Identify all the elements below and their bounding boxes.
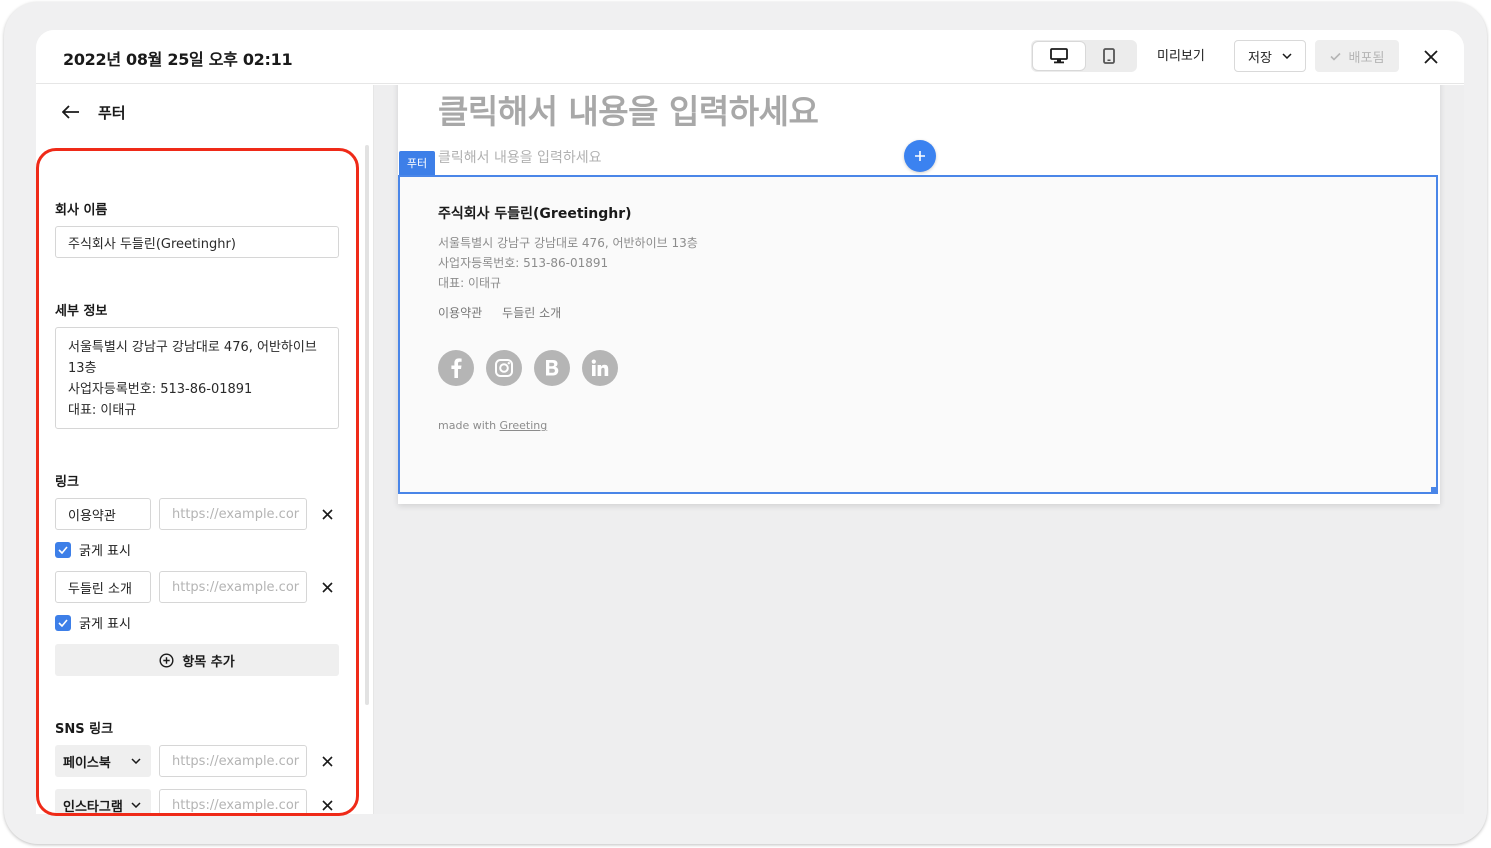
preview-button[interactable]: 미리보기	[1157, 45, 1205, 64]
details-line: 서울특별시 강남구 강남대로 476, 어반하이브	[68, 340, 317, 355]
footer-block[interactable]: 주식회사 두들린(Greetinghr) 서울특별시 강남구 강남대로 476,…	[398, 175, 1438, 494]
top-bar: 2022년 08월 25일 오후 02:11 미리보기 저장 배포됨	[36, 30, 1464, 84]
remove-link-button[interactable]	[317, 577, 337, 597]
check-icon	[58, 618, 68, 627]
editor-window: 2022년 08월 25일 오후 02:11 미리보기 저장 배포됨 푸터 회사…	[36, 30, 1464, 814]
checkbox[interactable]	[55, 614, 71, 631]
app-frame: 2022년 08월 25일 오후 02:11 미리보기 저장 배포됨 푸터 회사…	[4, 2, 1487, 844]
heading-placeholder[interactable]: 클릭해서 내용을 입력하세요	[438, 85, 819, 133]
back-button[interactable]	[58, 99, 84, 125]
footer-sns-icons	[438, 350, 618, 386]
check-icon	[1329, 52, 1341, 61]
remove-sns-button[interactable]	[317, 795, 337, 814]
document-title: 2022년 08월 25일 오후 02:11	[63, 50, 293, 69]
made-with-credit: made with Greeting	[438, 419, 547, 432]
save-button[interactable]: 저장	[1234, 40, 1306, 72]
checkbox[interactable]	[55, 541, 71, 558]
close-button[interactable]	[1418, 44, 1444, 70]
sns-url-placeholder: https://example.cor	[172, 753, 300, 769]
company-name-value: 주식회사 두들린(Greetinghr)	[68, 236, 236, 252]
add-link-label: 항목 추가	[182, 654, 235, 670]
footer-link[interactable]: 두들린 소개	[502, 304, 561, 321]
sns-platform-value: 인스타그램	[63, 799, 123, 815]
body-placeholder[interactable]: 클릭해서 내용을 입력하세요	[438, 147, 601, 167]
editor-canvas: 클릭해서 내용을 입력하세요 클릭해서 내용을 입력하세요 푸터 주식회사 두들…	[374, 85, 1464, 814]
link-url-input[interactable]: https://example.cor	[159, 498, 307, 530]
link-url-placeholder: https://example.cor	[172, 579, 300, 595]
blog-icon[interactable]	[534, 350, 570, 386]
greeting-link[interactable]: Greeting	[500, 419, 548, 432]
footer-block-tag: 푸터	[399, 151, 435, 175]
details-line: 대표: 이태규	[68, 403, 137, 418]
arrow-left-icon	[62, 105, 79, 119]
footer-detail-line: 사업자등록번호: 513-86-01891	[438, 256, 609, 270]
resize-handle[interactable]	[1431, 487, 1437, 493]
details-line: 사업자등록번호: 513-86-01891	[68, 382, 253, 397]
sns-links-label: SNS 링크	[55, 722, 114, 737]
close-icon	[321, 508, 333, 520]
add-block-button[interactable]	[904, 140, 936, 172]
footer-link[interactable]: 이용약관	[438, 304, 482, 321]
chevron-down-icon	[131, 758, 141, 764]
close-icon	[321, 755, 333, 767]
add-link-button[interactable]: 항목 추가	[55, 644, 339, 676]
page-preview: 클릭해서 내용을 입력하세요 클릭해서 내용을 입력하세요 푸터 주식회사 두들…	[398, 85, 1440, 504]
close-icon	[321, 799, 333, 811]
sns-platform-value: 페이스북	[63, 755, 111, 771]
chevron-down-icon	[131, 802, 141, 808]
details-label: 세부 정보	[55, 304, 108, 319]
bold-toggle[interactable]: 굵게 표시	[55, 540, 131, 559]
check-icon	[58, 545, 68, 554]
links-label: 링크	[55, 475, 79, 490]
sns-platform-select[interactable]: 인스타그램	[55, 789, 151, 814]
bold-toggle-label: 굵게 표시	[79, 617, 131, 632]
bold-toggle-label: 굵게 표시	[79, 544, 131, 559]
sns-url-input[interactable]: https://example.cor	[159, 789, 307, 814]
desktop-view-button[interactable]	[1033, 42, 1085, 70]
deploy-button[interactable]: 배포됨	[1315, 40, 1399, 72]
link-name-input[interactable]: 두들린 소개	[55, 571, 151, 603]
remove-link-button[interactable]	[317, 504, 337, 524]
footer-details: 서울특별시 강남구 강남대로 476, 어반하이브 13층 사업자등록번호: 5…	[438, 233, 698, 293]
footer-detail-line: 서울특별시 강남구 강남대로 476, 어반하이브 13층	[438, 236, 698, 250]
sns-url-placeholder: https://example.cor	[172, 797, 300, 813]
linkedin-icon[interactable]	[582, 350, 618, 386]
mobile-icon	[1103, 48, 1115, 64]
details-line: 13층	[68, 361, 97, 376]
footer-company-name: 주식회사 두들린(Greetinghr)	[438, 206, 632, 222]
bold-toggle[interactable]: 굵게 표시	[55, 613, 131, 632]
plus-icon	[915, 151, 925, 161]
link-name-input[interactable]: 이용약관	[55, 498, 151, 530]
desktop-icon	[1050, 48, 1068, 64]
deploy-label: 배포됨	[1348, 50, 1385, 66]
close-icon	[1424, 50, 1438, 64]
sidebar-scrollbar[interactable]	[365, 145, 369, 705]
details-textarea[interactable]: 서울특별시 강남구 강남대로 476, 어반하이브 13층 사업자등록번호: 5…	[55, 327, 339, 429]
settings-sidebar: 푸터 회사 이름 주식회사 두들린(Greetinghr) 세부 정보 서울특별…	[36, 85, 374, 814]
facebook-icon[interactable]	[438, 350, 474, 386]
footer-links: 이용약관 두들린 소개	[438, 304, 561, 321]
link-url-input[interactable]: https://example.cor	[159, 571, 307, 603]
mobile-view-button[interactable]	[1083, 42, 1135, 70]
device-toggle	[1031, 40, 1137, 72]
link-name-value: 이용약관	[68, 508, 116, 524]
made-with-text: made with	[438, 419, 497, 432]
sns-url-input[interactable]: https://example.cor	[159, 745, 307, 777]
footer-detail-line: 대표: 이태규	[438, 276, 502, 290]
chevron-down-icon	[1282, 53, 1292, 59]
sidebar-title: 푸터	[98, 103, 126, 122]
sidebar-header: 푸터	[58, 99, 126, 125]
sns-platform-select[interactable]: 페이스북	[55, 745, 151, 777]
company-name-input[interactable]: 주식회사 두들린(Greetinghr)	[55, 226, 339, 258]
remove-sns-button[interactable]	[317, 751, 337, 771]
link-name-value: 두들린 소개	[68, 581, 132, 597]
plus-circle-icon	[159, 652, 174, 668]
close-icon	[321, 581, 333, 593]
company-name-label: 회사 이름	[55, 203, 108, 218]
link-url-placeholder: https://example.cor	[172, 506, 300, 522]
instagram-icon[interactable]	[486, 350, 522, 386]
save-label: 저장	[1248, 50, 1272, 66]
